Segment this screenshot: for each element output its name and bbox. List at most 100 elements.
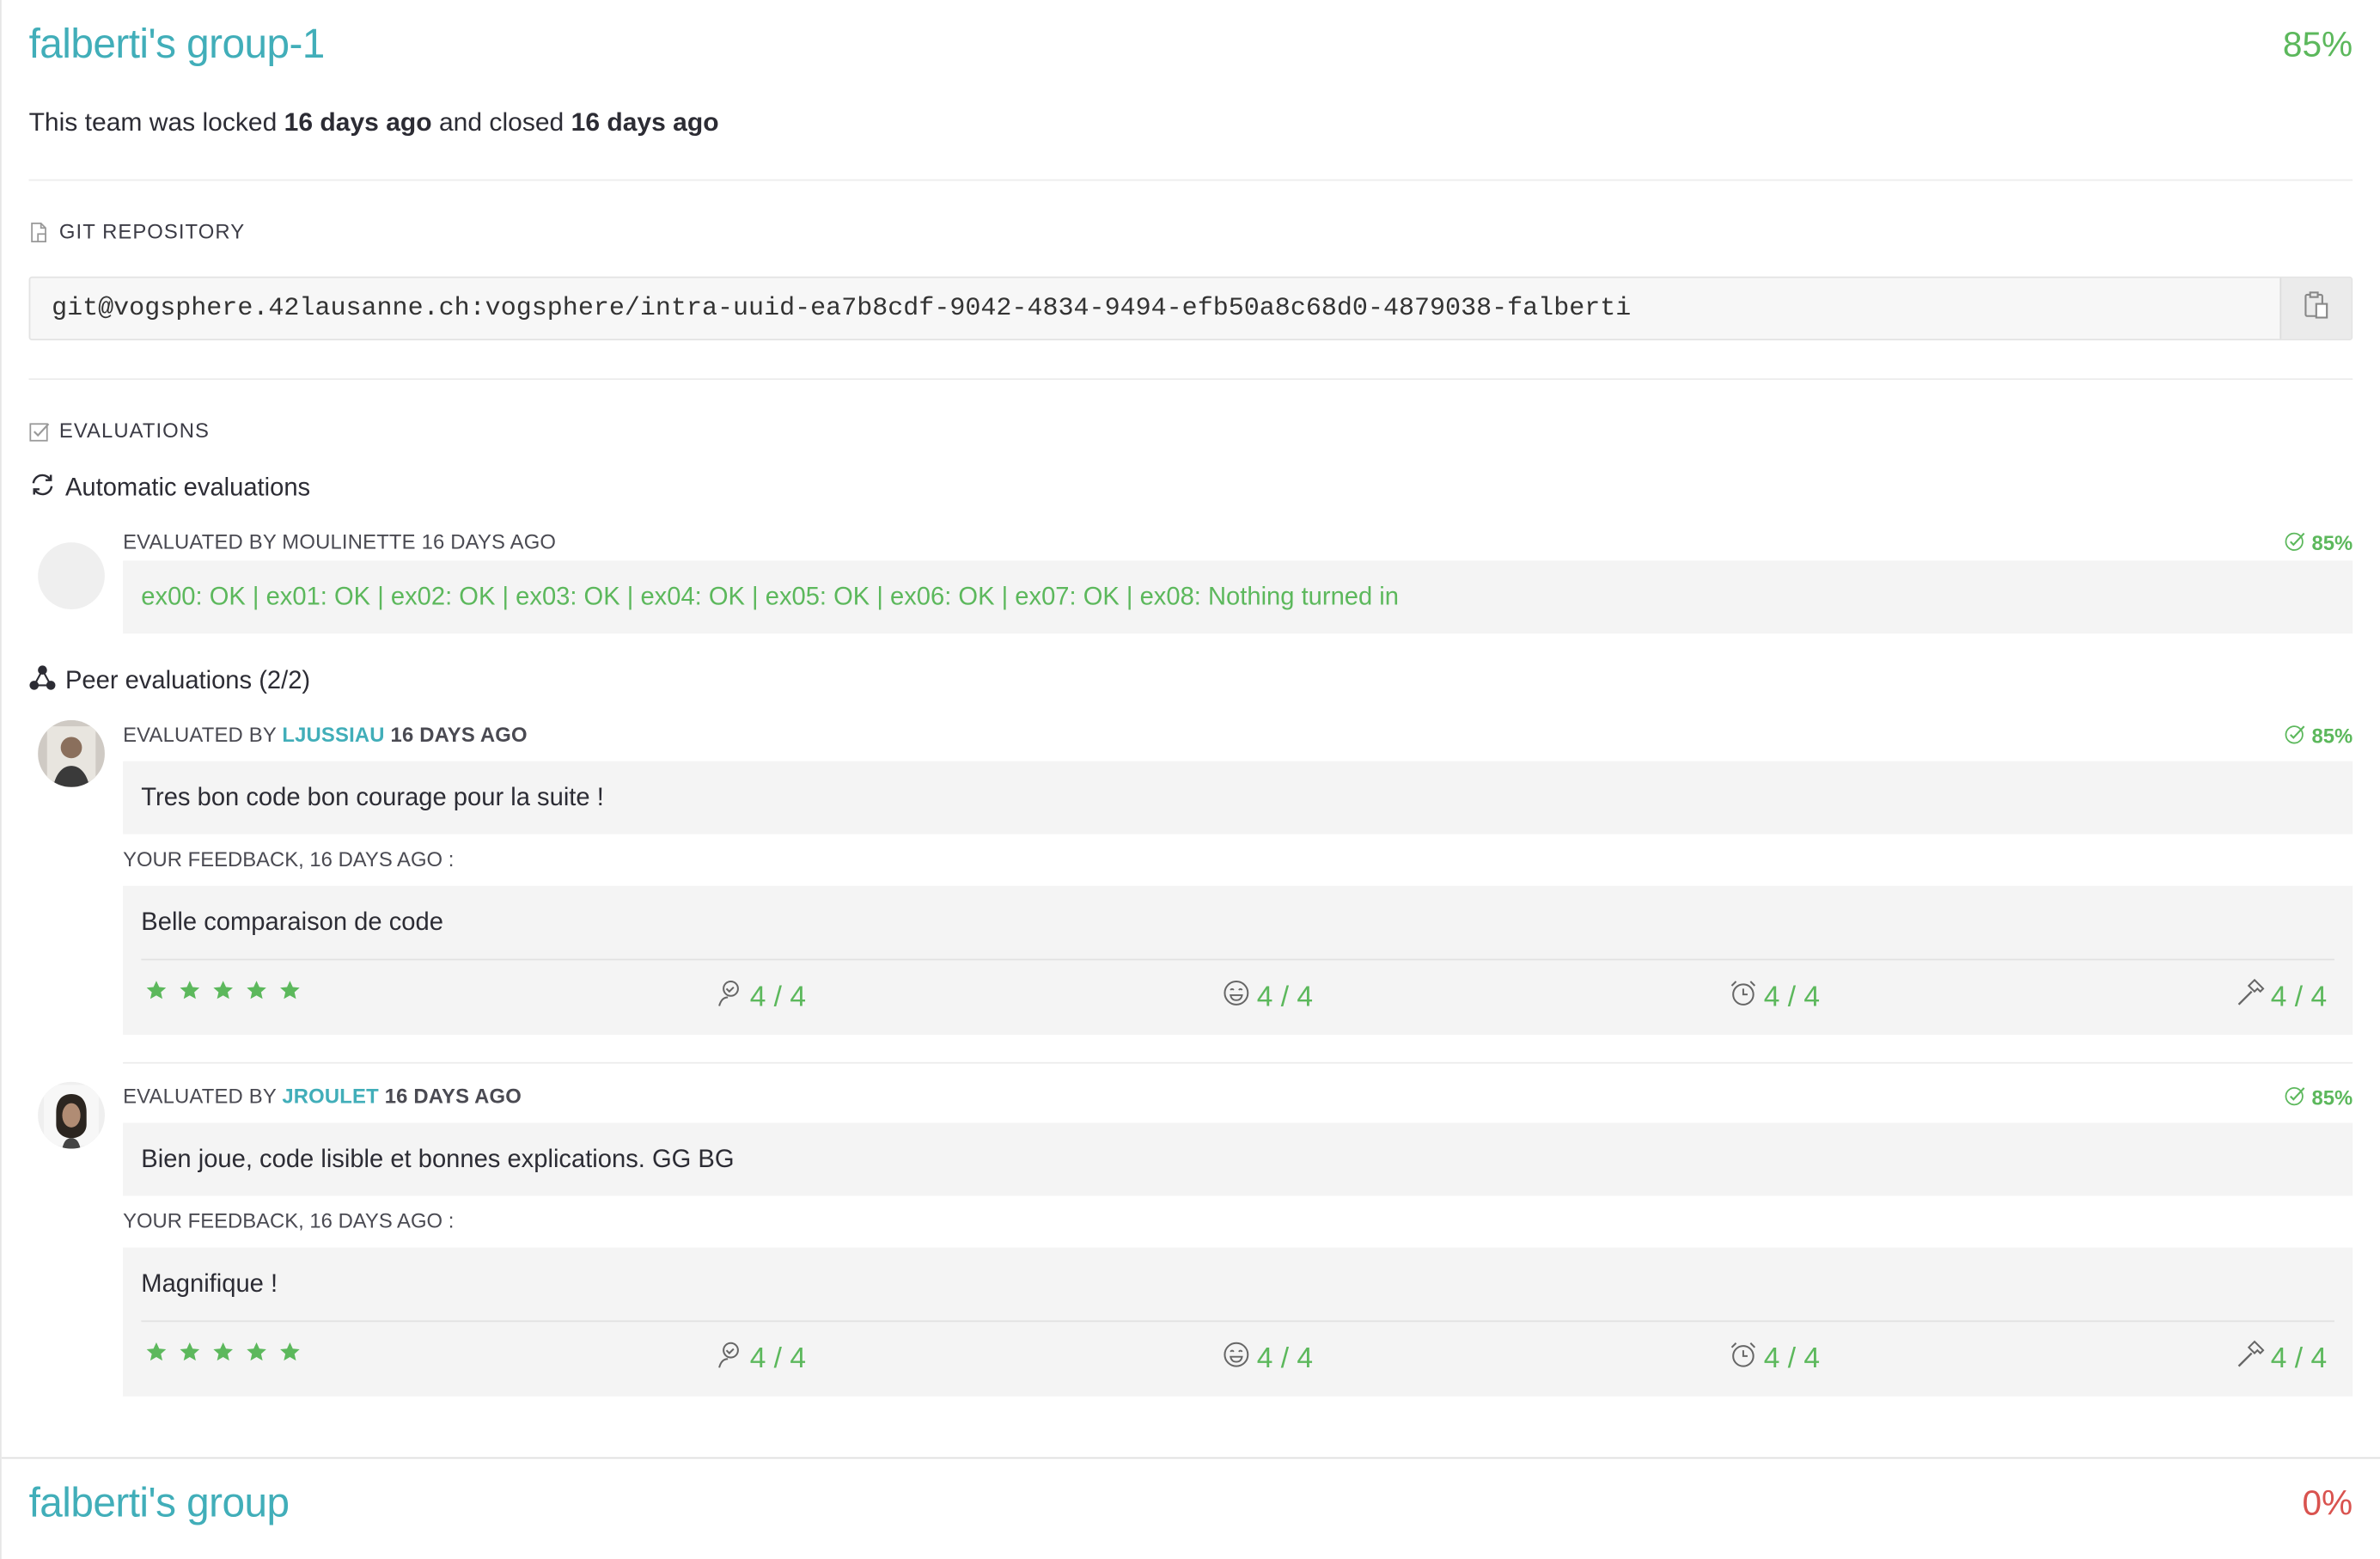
git-repository-title: GIT REPOSITORY	[29, 220, 2353, 243]
team-card: falberti's group-1 85% This team was loc…	[2, 0, 2380, 1397]
team-header: falberti's group-1 85%	[29, 0, 2353, 101]
star-icon	[211, 1340, 235, 1364]
metric-rigor: 4 / 4	[2236, 978, 2328, 1017]
clipboard-icon	[2301, 290, 2331, 327]
metric-punctuality: 4 / 4	[1729, 1340, 1820, 1378]
smile-icon	[1222, 1340, 1251, 1378]
check-circle-icon	[2285, 723, 2306, 749]
feedback-ratings: 4 / 4 4 / 4 4 / 4 4 / 4	[141, 1320, 2334, 1395]
feedback-label: YOUR FEEDBACK, 16 DAYS AGO :	[123, 847, 455, 871]
lock-prefix: This team was locked	[28, 107, 278, 138]
metric-interested: 4 / 4	[715, 1340, 806, 1378]
team-score: 0%	[2302, 1483, 2353, 1523]
metric-punctuality: 4 / 4	[1729, 979, 1820, 1017]
star-icon	[244, 1340, 268, 1364]
evaluator-login[interactable]: LJUSSIAU	[282, 724, 384, 747]
star-icon	[178, 1340, 202, 1364]
peer-evaluation: EVALUATED BY JROULET 16 DAYS AGO 85% Bie…	[29, 1081, 2353, 1397]
metric-interested: 4 / 4	[715, 979, 806, 1017]
star-icon	[178, 979, 202, 1003]
evaluation-meta: EVALUATED BY LJUSSIAU 16 DAYS AGO	[123, 720, 2353, 750]
peer-evaluation: EVALUATED BY LJUSSIAU 16 DAYS AGO 85% Tr…	[29, 720, 2353, 1036]
evaluation-time: 16 DAYS AGO	[390, 723, 528, 747]
locked-when: 16 days ago	[284, 107, 432, 138]
check-circle-icon	[2285, 529, 2306, 555]
team-header: falberti's group 0%	[29, 1458, 2353, 1559]
automatic-evaluations-title: Automatic evaluations	[29, 471, 2353, 506]
closed-when: 16 days ago	[571, 107, 719, 138]
evaluation-meta: EVALUATED BY JROULET 16 DAYS AGO	[123, 1082, 2353, 1112]
automatic-evaluations-label: Automatic evaluations	[64, 474, 311, 502]
star-rating	[144, 1340, 302, 1364]
metric-rigor: 4 / 4	[2236, 1340, 2327, 1378]
metric-value: 4 / 4	[1763, 981, 1821, 1013]
evaluation-score: 85%	[2285, 720, 2353, 750]
avatar[interactable]	[38, 720, 105, 787]
star-icon	[144, 979, 168, 1003]
git-repository-url[interactable]: git@vogsphere.42lausanne.ch:vogsphere/in…	[30, 294, 1631, 323]
alarm-clock-icon	[1729, 1340, 1758, 1378]
automatic-evaluation: EVALUATED BY MOULINETTE 16 DAYS AGO 85% …	[29, 528, 2353, 634]
hammer-icon	[2236, 978, 2265, 1017]
project-teams-panel: falberti's group-1 85% This team was loc…	[0, 0, 2380, 1559]
git-repository-label: GIT REPOSITORY	[58, 220, 246, 243]
evaluation-score: 85%	[2285, 1082, 2353, 1112]
peer-evaluations-label: Peer evaluations (2/2)	[64, 667, 311, 694]
checkbox-icon	[29, 420, 51, 442]
alarm-clock-icon	[1729, 979, 1758, 1017]
metric-value: 4 / 4	[1256, 1342, 1314, 1375]
evaluator-comment: Tres bon code bon courage pour la suite …	[123, 761, 2353, 835]
evaluation-score-value: 85%	[2311, 724, 2353, 747]
star-icon	[278, 1340, 302, 1364]
team-name[interactable]: falberti's group-1	[29, 21, 326, 69]
divider	[123, 1061, 2353, 1064]
metric-value: 4 / 4	[749, 1342, 807, 1375]
hammer-icon	[2236, 1340, 2265, 1378]
avatar[interactable]	[38, 1081, 105, 1149]
metric-value: 4 / 4	[1256, 981, 1314, 1013]
lock-middle: and closed	[438, 107, 564, 138]
star-icon	[278, 979, 302, 1003]
team-name[interactable]: falberti's group	[29, 1480, 290, 1527]
feedback-text: Magnifique !	[141, 1270, 278, 1298]
evaluation-meta: EVALUATED BY MOULINETTE 16 DAYS AGO	[123, 530, 557, 553]
feedback-ratings: 4 / 4 4 / 4 4 / 4 4 / 4	[141, 958, 2334, 1034]
divider	[28, 378, 2353, 381]
automatic-evaluation-result: ex00: OK | ex01: OK | ex02: OK | ex03: O…	[123, 560, 2353, 634]
smile-icon	[1222, 979, 1251, 1017]
star-icon	[244, 979, 268, 1003]
feedback-label: YOUR FEEDBACK, 16 DAYS AGO :	[123, 1209, 455, 1232]
metric-value: 4 / 4	[1763, 1342, 1821, 1375]
interested-icon	[715, 979, 744, 1017]
team-score: 85%	[2282, 24, 2353, 64]
metric-value: 4 / 4	[2270, 981, 2328, 1013]
evaluation-time: 16 DAYS AGO	[384, 1085, 522, 1108]
metric-nice: 4 / 4	[1222, 979, 1313, 1017]
feedback-box: Magnifique ! 4 / 4 4 / 4 4 / 4 4 / 4	[123, 1247, 2353, 1397]
file-icon	[29, 221, 51, 242]
network-icon	[29, 664, 57, 700]
star-icon	[144, 1340, 168, 1364]
evaluations-title: EVALUATIONS	[29, 419, 2353, 443]
metric-value: 4 / 4	[749, 981, 807, 1013]
evaluation-score: 85%	[2285, 528, 2353, 558]
evaluations-label: EVALUATIONS	[58, 419, 211, 443]
metric-nice: 4 / 4	[1222, 1340, 1313, 1378]
interested-icon	[715, 1340, 744, 1378]
star-rating	[144, 979, 302, 1003]
refresh-icon	[29, 471, 57, 506]
check-circle-icon	[2285, 1084, 2306, 1110]
evaluator-login[interactable]: JROULET	[282, 1085, 379, 1108]
divider	[28, 179, 2353, 181]
evaluation-score-value: 85%	[2311, 1085, 2353, 1109]
metric-value: 4 / 4	[2270, 1342, 2328, 1375]
git-repository-field[interactable]: git@vogsphere.42lausanne.ch:vogsphere/in…	[28, 276, 2353, 341]
evaluated-by-label: EVALUATED BY	[123, 1085, 277, 1108]
evaluator-comment: Bien joue, code lisible et bonnes explic…	[123, 1122, 2353, 1196]
avatar	[38, 542, 105, 609]
star-icon	[211, 979, 235, 1003]
copy-button[interactable]	[2279, 278, 2352, 339]
team-card: falberti's group 0%	[2, 1458, 2380, 1559]
team-status-line: This team was locked 16 days ago and clo…	[29, 101, 2353, 158]
peer-evaluations-title: Peer evaluations (2/2)	[29, 664, 2353, 700]
